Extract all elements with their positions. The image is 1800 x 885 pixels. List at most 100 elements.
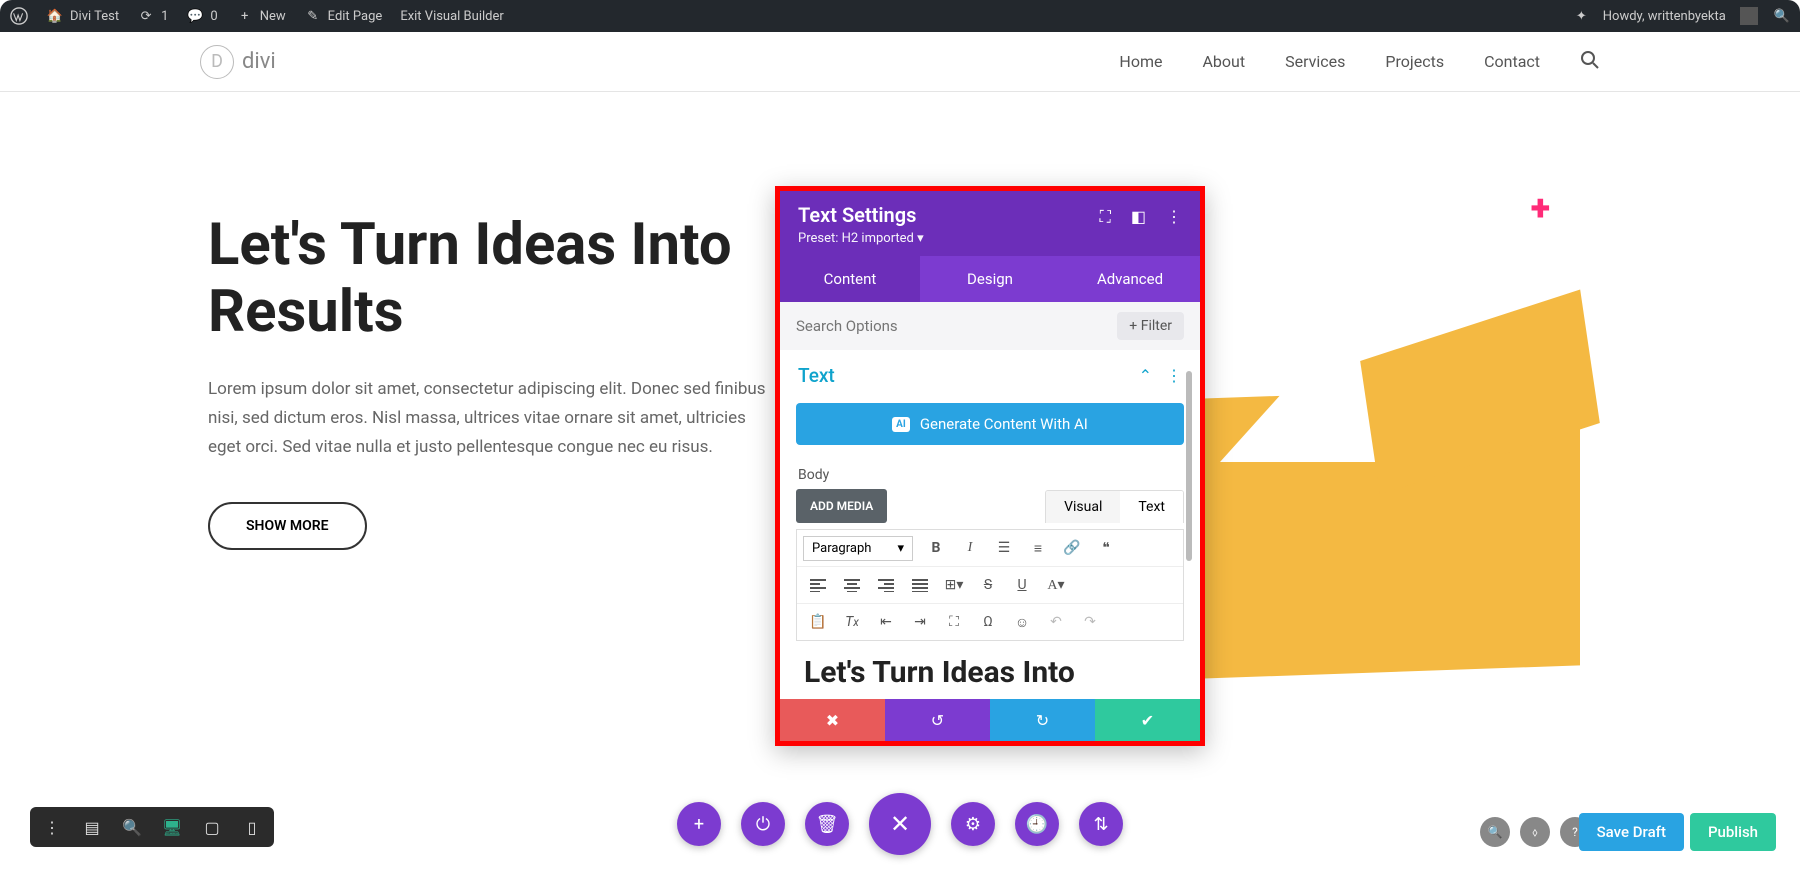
nav-search-icon[interactable] (1580, 50, 1600, 74)
underline-icon[interactable]: U (1007, 571, 1037, 599)
add-media-button[interactable]: ADD MEDIA (796, 489, 887, 523)
section-title[interactable]: Text (798, 364, 835, 387)
logo-mark: D (200, 45, 234, 79)
emoji-icon[interactable]: ☺ (1007, 608, 1037, 636)
plus-icon: + (236, 7, 254, 25)
site-name-item[interactable]: 🏠Divi Test (46, 7, 119, 25)
help-search-icon[interactable]: 🔍 (1480, 817, 1510, 847)
confirm-button[interactable]: ✔ (1095, 699, 1200, 741)
helper-buttons: 🔍 ⬨ ? (1480, 817, 1590, 847)
exit-vb[interactable]: Exit Visual Builder (400, 9, 503, 24)
settings-fab[interactable]: ⚙ (951, 802, 995, 846)
sort-fab[interactable]: ⇅ (1079, 802, 1123, 846)
fullscreen-icon[interactable]: ⛶ (939, 608, 969, 636)
search-input[interactable] (796, 317, 1107, 335)
indent-icon[interactable]: ⇥ (905, 608, 935, 636)
desktop-icon[interactable]: 🖥 (160, 815, 184, 839)
hero-title: Let's Turn Ideas Into Results (208, 212, 768, 345)
clear-format-icon[interactable]: Tx (837, 608, 867, 636)
save-draft-button[interactable]: Save Draft (1579, 813, 1684, 851)
panel-tabs: Content Design Advanced (780, 256, 1200, 302)
comment-icon: 💬 (186, 7, 204, 25)
logo[interactable]: D divi (200, 45, 276, 79)
align-right-icon[interactable] (871, 571, 901, 599)
special-char-icon[interactable]: Ω (973, 608, 1003, 636)
new-item[interactable]: +New (236, 7, 286, 25)
update-icon: ⟳ (137, 7, 155, 25)
scrollbar[interactable] (1186, 371, 1192, 561)
greeting[interactable]: Howdy, writtenbyekta (1603, 7, 1758, 25)
generate-ai-button[interactable]: AI Generate Content With AI (796, 403, 1184, 445)
wp-logo[interactable] (10, 7, 28, 25)
updates-item[interactable]: ⟳1 (137, 7, 168, 25)
comments-count: 0 (210, 9, 217, 24)
search-admin-icon[interactable]: 🔍 (1774, 9, 1790, 24)
snap-icon[interactable]: ◧ (1131, 207, 1146, 227)
history-fab[interactable]: 🕘 (1015, 802, 1059, 846)
text-settings-panel: Text Settings Preset: H2 imported ▾ ⛶ ◧ … (775, 186, 1205, 746)
panel-header: Text Settings Preset: H2 imported ▾ ⛶ ◧ … (780, 191, 1200, 256)
align-left-icon[interactable] (803, 571, 833, 599)
align-justify-icon[interactable] (905, 571, 935, 599)
text-color-icon[interactable]: A▾ (1041, 571, 1071, 599)
paste-icon[interactable]: 📋 (803, 608, 833, 636)
quote-icon[interactable]: ❝ (1091, 534, 1121, 562)
editor-toolbar: Paragraph▾ B I ☰ ≡ 🔗 ❝ ⊞▾ S U A▾ 📋 Tx (796, 529, 1184, 641)
preset-selector[interactable]: Preset: H2 imported ▾ (798, 231, 924, 246)
ai-badge: AI (892, 417, 910, 432)
tab-advanced[interactable]: Advanced (1060, 256, 1200, 302)
align-center-icon[interactable] (837, 571, 867, 599)
outdent-icon[interactable]: ⇤ (871, 608, 901, 636)
hero-body: Lorem ipsum dolor sit amet, consectetur … (208, 375, 768, 462)
nav-home[interactable]: Home (1119, 52, 1162, 71)
zoom-icon[interactable]: 🔍 (120, 815, 144, 839)
menu-icon[interactable]: ⋮ (40, 815, 64, 839)
text-tab[interactable]: Text (1120, 491, 1183, 523)
filter-button[interactable]: + Filter (1117, 312, 1184, 340)
nav-contact[interactable]: Contact (1484, 52, 1540, 71)
collapse-icon[interactable]: ⌃ (1139, 366, 1152, 385)
add-fab[interactable]: + (677, 802, 721, 846)
italic-icon[interactable]: I (955, 534, 985, 562)
expand-icon[interactable]: ⛶ (1100, 207, 1111, 227)
redo-icon[interactable]: ↷ (1075, 608, 1105, 636)
kebab-icon[interactable]: ⋮ (1166, 207, 1182, 227)
nav-projects[interactable]: Projects (1385, 52, 1444, 71)
layers-icon[interactable]: ⬨ (1520, 817, 1550, 847)
bold-icon[interactable]: B (921, 534, 951, 562)
editor-content[interactable]: Let's Turn Ideas Into (780, 641, 1200, 690)
show-more-button[interactable]: SHOW MORE (208, 502, 367, 550)
nav-about[interactable]: About (1202, 52, 1245, 71)
undo-icon[interactable]: ↶ (1041, 608, 1071, 636)
avatar (1740, 7, 1758, 25)
hero-section: Let's Turn Ideas Into Results Lorem ipsu… (208, 212, 768, 550)
site-header: D divi Home About Services Projects Cont… (0, 32, 1800, 92)
delete-fab[interactable]: 🗑 (805, 802, 849, 846)
visual-tab[interactable]: Visual (1046, 491, 1120, 523)
search-row: + Filter (780, 302, 1200, 350)
power-fab[interactable]: ⏻ (741, 802, 785, 846)
bullet-list-icon[interactable]: ☰ (989, 534, 1019, 562)
close-fab[interactable]: ✕ (869, 793, 931, 855)
tablet-icon[interactable]: ▢ (200, 815, 224, 839)
section-kebab-icon[interactable]: ⋮ (1166, 366, 1182, 385)
tab-content[interactable]: Content (780, 256, 920, 302)
nav-services[interactable]: Services (1285, 52, 1345, 71)
comments-item[interactable]: 💬0 (186, 7, 217, 25)
strike-icon[interactable]: S (973, 571, 1003, 599)
redo-panel-button[interactable]: ↻ (990, 699, 1095, 741)
plus-icon: + (1129, 318, 1137, 334)
table-icon[interactable]: ⊞▾ (939, 571, 969, 599)
edit-page-item[interactable]: ✎Edit Page (304, 7, 383, 25)
paragraph-select[interactable]: Paragraph▾ (803, 536, 913, 561)
mobile-icon[interactable]: ▯ (240, 815, 264, 839)
link-icon[interactable]: 🔗 (1057, 534, 1087, 562)
tab-design[interactable]: Design (920, 256, 1060, 302)
publish-button[interactable]: Publish (1690, 813, 1776, 851)
wireframe-icon[interactable]: ▤ (80, 815, 104, 839)
number-list-icon[interactable]: ≡ (1023, 534, 1053, 562)
discard-button[interactable]: ✖ (780, 699, 885, 741)
primary-nav: Home About Services Projects Contact (1119, 50, 1600, 74)
undo-panel-button[interactable]: ↺ (885, 699, 990, 741)
ai-star-icon[interactable]: ✦ (1576, 9, 1587, 24)
